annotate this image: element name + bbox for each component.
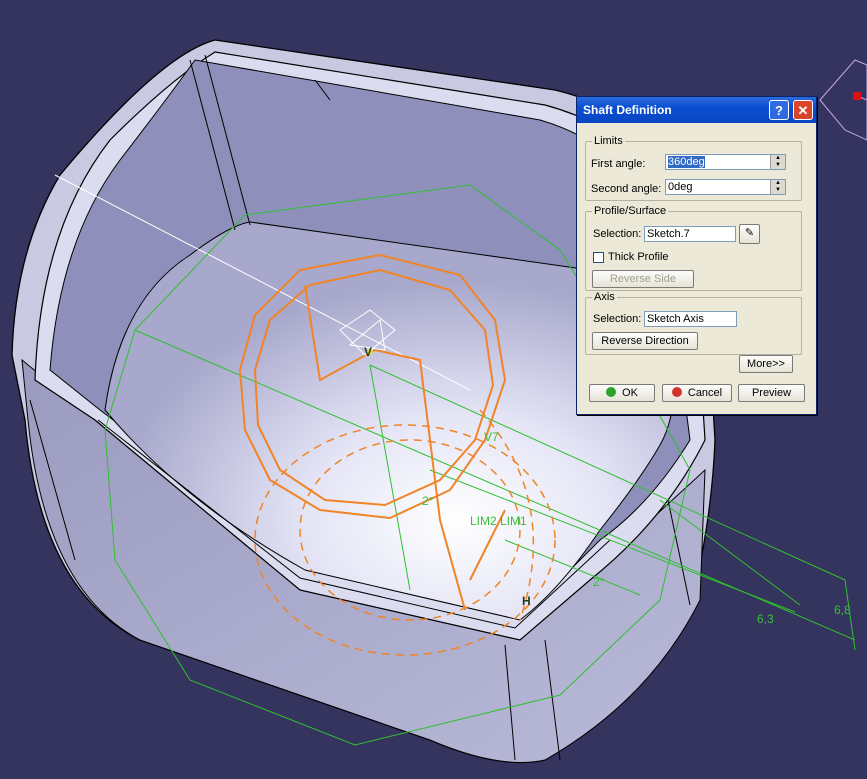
profile-selection-field[interactable]: Sketch.7 (644, 226, 736, 242)
second-angle-value[interactable]: 0deg (668, 181, 692, 193)
preview-button[interactable]: Preview (738, 384, 805, 402)
spin-up-icon[interactable]: ▲ (770, 155, 785, 162)
thick-profile-checkbox[interactable] (593, 252, 604, 263)
axis-selection-label: Selection: (593, 313, 642, 325)
axis-selection-field[interactable]: Sketch Axis (644, 311, 737, 327)
first-angle-spinner[interactable]: 360deg ▲ ▼ (665, 154, 786, 170)
first-angle-label: First angle: (591, 158, 646, 170)
cancel-label: Cancel (687, 387, 723, 399)
dimension-label-2deg-bottom[interactable]: 2° (593, 575, 604, 589)
second-angle-spinner[interactable]: 0deg ▲ ▼ (665, 179, 786, 195)
spin-up-icon[interactable]: ▲ (770, 180, 785, 187)
constraint-label-h[interactable]: H (522, 594, 531, 608)
ok-icon (606, 387, 617, 397)
profile-selection-label: Selection: (593, 228, 642, 240)
limits-legend: Limits (594, 135, 623, 147)
ok-button[interactable]: OK (589, 384, 655, 402)
dialog-title-bar[interactable]: Shaft Definition ? ✕ (577, 97, 816, 123)
profile-surface-legend: Profile/Surface (594, 205, 667, 217)
constraint-label-lim[interactable]: LIM2 LIM1 (470, 514, 527, 528)
spin-down-icon[interactable]: ▼ (770, 187, 785, 194)
reverse-direction-button[interactable]: Reverse Direction (592, 332, 698, 350)
reverse-side-button[interactable]: Reverse Side (592, 270, 694, 288)
dialog-title: Shaft Definition (583, 103, 672, 117)
dimension-label-2deg-top[interactable]: 2° (422, 494, 433, 508)
thick-profile-label: Thick Profile (608, 251, 669, 263)
first-angle-value[interactable]: 360deg (668, 156, 705, 168)
axis-legend: Axis (594, 291, 615, 303)
constraint-label-v7[interactable]: V7 (484, 430, 499, 444)
more-button[interactable]: More>> (739, 355, 793, 373)
ok-label: OK (622, 387, 638, 399)
cancel-button[interactable]: Cancel (662, 384, 732, 402)
spin-down-icon[interactable]: ▼ (770, 162, 785, 169)
dimension-label-6-3[interactable]: 6,3 (757, 612, 774, 626)
shaft-definition-dialog: Shaft Definition ? ✕ Limits First angle:… (576, 96, 817, 415)
cancel-icon (671, 387, 682, 397)
constraint-label-v[interactable]: V (364, 345, 372, 359)
sketch-edit-icon[interactable]: ✎ (739, 224, 760, 244)
dimension-label-6-8[interactable]: 6,8 (834, 603, 851, 617)
help-button[interactable]: ? (769, 100, 789, 120)
close-button[interactable]: ✕ (793, 100, 813, 120)
second-angle-label: Second angle: (591, 183, 662, 195)
